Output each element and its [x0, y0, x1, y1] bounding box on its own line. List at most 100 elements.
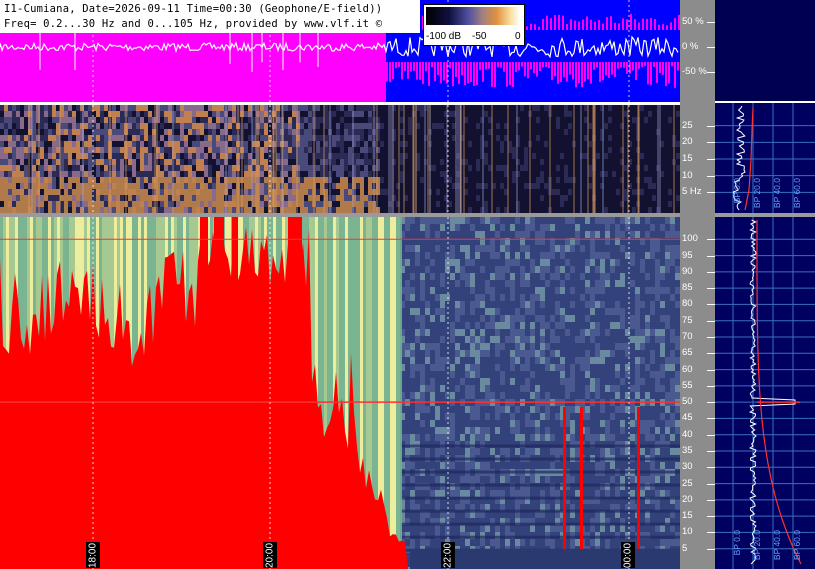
elf-cell — [148, 105, 152, 111]
elf-cell — [40, 135, 44, 141]
vlf-cell — [470, 490, 475, 497]
vlf-cell — [410, 343, 415, 350]
elf-cell — [276, 153, 280, 159]
amplitude-burst — [618, 23, 620, 30]
elf-cell — [536, 105, 540, 111]
elf-cell — [604, 177, 608, 183]
elf-cell — [76, 171, 80, 177]
elf-cell — [16, 171, 20, 177]
vlf-cell — [525, 273, 530, 280]
vlf-cell — [450, 357, 455, 364]
elf-cell — [264, 201, 268, 207]
elf-cell — [300, 123, 304, 129]
vlf-cell — [505, 322, 510, 329]
elf-cell — [208, 147, 212, 153]
elf-cell — [140, 153, 144, 159]
elf-cell — [128, 147, 132, 153]
elf-cell — [576, 117, 580, 123]
vlf-cell — [485, 420, 490, 427]
elf-cell — [356, 111, 360, 117]
elf-cell — [68, 153, 72, 159]
elf-cell — [596, 165, 600, 171]
elf-cell — [20, 147, 24, 153]
vlf-cell — [535, 364, 540, 371]
elf-cell — [56, 147, 60, 153]
elf-cell — [544, 117, 548, 123]
elf-cell — [520, 195, 524, 201]
elf-cell — [576, 141, 580, 147]
vlf-cell — [445, 462, 450, 469]
elf-cell — [160, 195, 164, 201]
elf-cell — [560, 165, 564, 171]
elf-cell — [24, 165, 28, 171]
elf-cell — [452, 159, 456, 165]
elf-cell — [468, 147, 472, 153]
vlf-cell — [475, 301, 480, 308]
elf-cell — [488, 159, 492, 165]
elf-cell — [112, 177, 116, 183]
vlf-cell — [440, 350, 445, 357]
elf-cell — [568, 177, 572, 183]
vlf-cell — [540, 294, 545, 301]
elf-cell — [660, 105, 664, 111]
elf-cell — [84, 165, 88, 171]
vlf-cell — [535, 539, 540, 546]
elf-cell — [120, 105, 124, 111]
elf-cell — [88, 111, 92, 117]
elf-cell — [524, 183, 528, 189]
elf-cell — [552, 129, 556, 135]
elf-cell — [604, 183, 608, 189]
vlf-cell — [440, 364, 445, 371]
elf-cell — [16, 201, 20, 207]
elf-cell — [196, 129, 200, 135]
elf-cell — [544, 165, 548, 171]
elf-cell — [96, 135, 100, 141]
elf-cell — [288, 105, 292, 111]
vlf-cell — [495, 392, 500, 399]
elf-cell — [440, 171, 444, 177]
elf-cell — [292, 171, 296, 177]
vlf-cell — [460, 350, 465, 357]
elf-cell — [164, 189, 168, 195]
elf-cell — [652, 111, 656, 117]
elf-cell — [252, 111, 256, 117]
elf-cell — [216, 147, 220, 153]
elf-cell — [552, 189, 556, 195]
vlf-cell — [405, 301, 410, 308]
elf-cell — [316, 129, 320, 135]
elf-cell — [264, 111, 268, 117]
elf-cell — [500, 189, 504, 195]
vlf-cell — [515, 392, 520, 399]
vlf-cell — [535, 448, 540, 455]
elf-cell — [24, 105, 28, 111]
amplitude-burst — [521, 62, 523, 67]
vlf-cell — [425, 462, 430, 469]
elf-cell — [84, 105, 88, 111]
elf-cell — [204, 165, 208, 171]
elf-cell — [432, 159, 436, 165]
elf-cell — [556, 129, 560, 135]
amplitude-burst — [518, 62, 520, 71]
elf-cell — [468, 111, 472, 117]
elf-cell — [624, 189, 628, 195]
vlf-cell — [505, 329, 510, 336]
vlf-cell — [500, 357, 505, 364]
vlf-cell — [480, 231, 485, 238]
vlf-cell — [440, 525, 445, 532]
vlf-cell — [460, 336, 465, 343]
elf-cell — [208, 159, 212, 165]
elf-cell — [484, 201, 488, 207]
amplitude-burst — [662, 62, 664, 75]
elf-cell — [324, 105, 328, 111]
elf-cell — [64, 135, 68, 141]
elf-cell — [324, 165, 328, 171]
elf-cell — [188, 147, 192, 153]
elf-cell — [32, 129, 36, 135]
elf-cell — [484, 141, 488, 147]
elf-cell — [64, 117, 68, 123]
elf-cell — [644, 189, 648, 195]
elf-cell — [488, 147, 492, 153]
elf-cell — [540, 189, 544, 195]
amplitude-burst — [526, 26, 528, 30]
elf-cell — [420, 165, 424, 171]
